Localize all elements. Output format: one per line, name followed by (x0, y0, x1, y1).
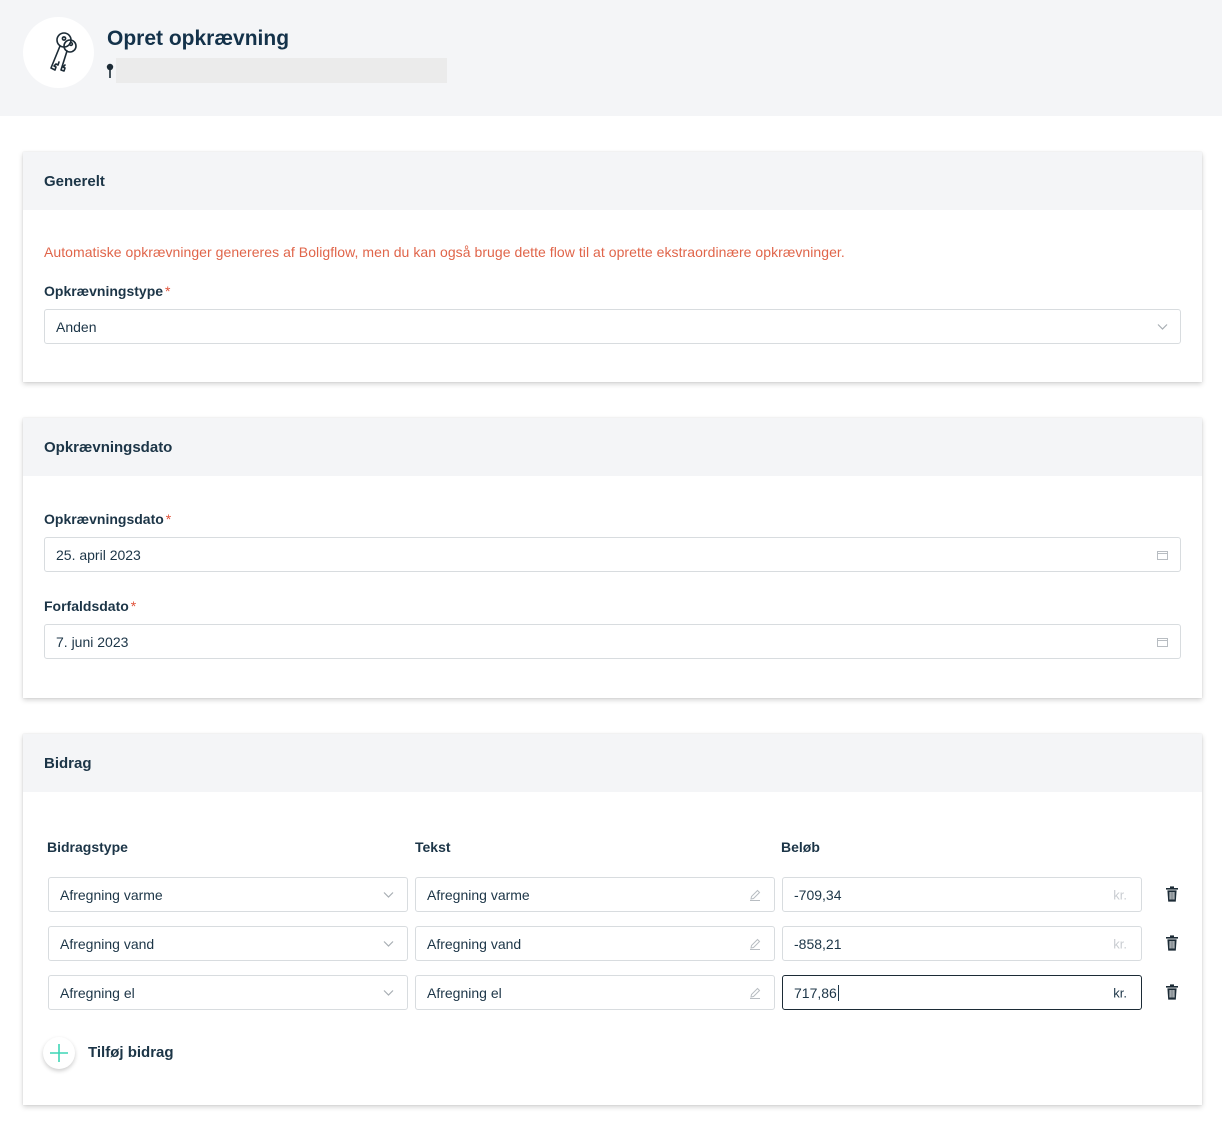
contribution-text-input[interactable]: Afregning el (415, 975, 775, 1010)
contribution-type-value: Afregning el (60, 984, 135, 1001)
due-date-label-text: Forfaldsdato (44, 598, 129, 614)
add-contribution-label[interactable]: Tilføj bidrag (88, 1044, 174, 1061)
required-marker: * (165, 283, 171, 299)
add-contribution-button[interactable] (43, 1037, 75, 1069)
required-marker: * (165, 511, 172, 527)
billing-date-label: Opkrævningsdato * (44, 511, 171, 527)
chevron-down-icon (383, 940, 394, 947)
chevron-down-icon (383, 989, 394, 996)
chevron-down-icon (383, 891, 394, 898)
keys-icon (49, 31, 77, 72)
due-date-label: Forfaldsdato * (44, 598, 136, 614)
contributions-heading: Bidrag (23, 734, 1202, 792)
avatar (23, 17, 94, 88)
column-header-text: Tekst (415, 839, 451, 855)
contribution-amount-input[interactable]: -709,34 kr. (782, 877, 1142, 912)
billing-date-value: 25. april 2023 (56, 546, 141, 563)
currency-suffix: kr. (1113, 985, 1127, 1000)
trash-icon[interactable] (1165, 935, 1179, 951)
column-header-type: Bidragstype (47, 839, 128, 855)
due-date-input[interactable]: 7. juni 2023 (44, 624, 1181, 659)
contribution-type-select[interactable]: Afregning el (48, 975, 408, 1010)
calendar-icon (1157, 637, 1168, 647)
calendar-icon (1157, 550, 1168, 560)
billing-type-select[interactable]: Anden (44, 309, 1181, 344)
auto-billing-notice: Automatiske opkrævninger genereres af Bo… (44, 244, 845, 260)
currency-suffix: kr. (1113, 936, 1127, 951)
contribution-type-select[interactable]: Afregning vand (48, 926, 408, 961)
chevron-down-icon (1157, 323, 1168, 330)
pin-icon (106, 63, 114, 78)
due-date-value: 7. juni 2023 (56, 633, 129, 650)
billing-type-label-text: Opkrævningstype (44, 283, 164, 299)
trash-icon[interactable] (1165, 984, 1179, 1000)
address-redacted (116, 58, 447, 83)
text-caret (837, 984, 839, 1001)
general-heading: Generelt (23, 152, 1202, 210)
contribution-text-value: Afregning vand (427, 935, 522, 952)
billing-type-value: Anden (56, 318, 97, 335)
general-card: Generelt Automatiske opkrævninger genere… (23, 152, 1202, 382)
contribution-text-input[interactable]: Afregning varme (415, 877, 775, 912)
contribution-type-value: Afregning vand (60, 935, 155, 952)
billing-date-label-text: Opkrævningsdato (44, 511, 164, 527)
page-title: Opret opkrævning (107, 27, 290, 50)
billing-type-label: Opkrævningstype * (44, 283, 170, 299)
page-header: Opret opkrævning (0, 0, 1222, 116)
column-header-amount: Beløb (781, 839, 820, 855)
pencil-icon (750, 987, 761, 999)
dates-card: Opkrævningsdato Opkrævningsdato * 25. apr… (23, 418, 1202, 698)
contribution-amount-value: 717,86 (794, 984, 837, 1001)
contribution-type-select[interactable]: Afregning varme (48, 877, 408, 912)
dates-heading: Opkrævningsdato (23, 418, 1202, 476)
address-row (105, 58, 447, 83)
plus-icon (50, 1044, 68, 1062)
required-marker: * (130, 598, 137, 614)
contribution-type-value: Afregning varme (60, 886, 163, 903)
currency-suffix: kr. (1113, 887, 1127, 902)
contribution-amount-input[interactable]: 717,86 kr. (782, 975, 1142, 1010)
pencil-icon (750, 938, 761, 950)
pencil-icon (750, 889, 761, 901)
trash-icon[interactable] (1165, 886, 1179, 902)
contribution-amount-input[interactable]: -858,21 kr. (782, 926, 1142, 961)
billing-date-input[interactable]: 25. april 2023 (44, 537, 1181, 572)
contribution-text-value: Afregning varme (427, 886, 530, 903)
contribution-text-input[interactable]: Afregning vand (415, 926, 775, 961)
contribution-amount-value: -858,21 (794, 935, 842, 952)
contributions-card: Bidrag Bidragstype Tekst Beløb Afregning… (23, 734, 1202, 1105)
contribution-text-value: Afregning el (427, 984, 502, 1001)
contribution-amount-value: -709,34 (794, 886, 842, 903)
